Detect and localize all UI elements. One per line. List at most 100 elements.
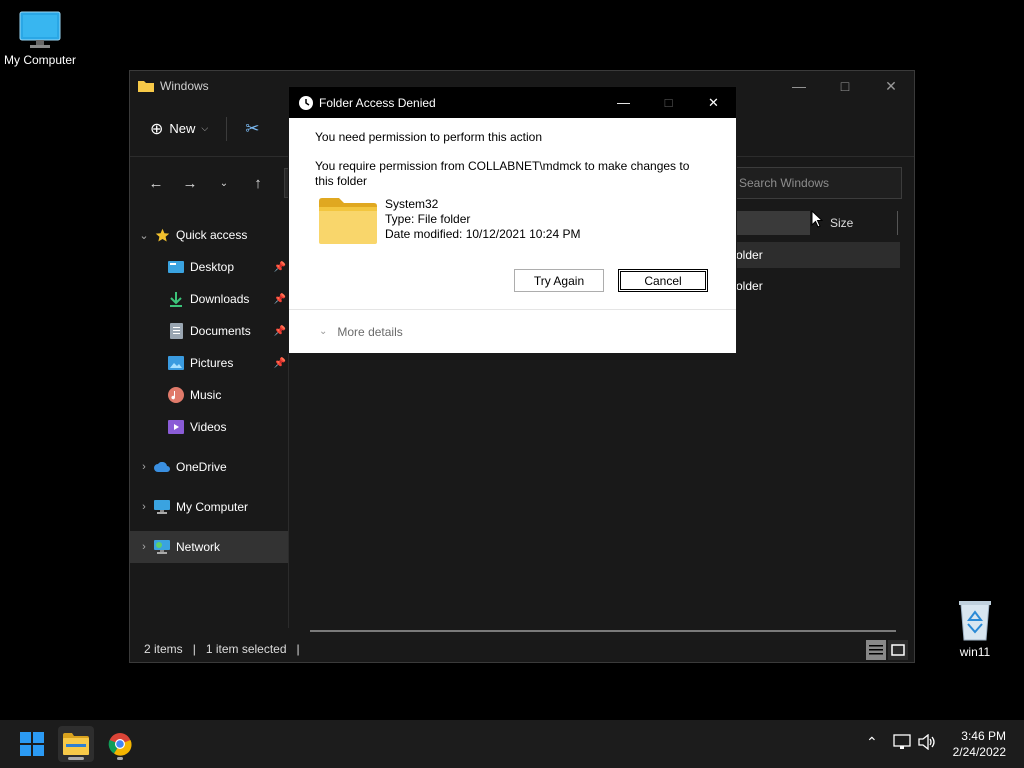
pin-icon[interactable]: 📌 [274, 262, 286, 273]
monitor-icon [154, 499, 170, 515]
up-button[interactable]: ↑ [244, 169, 272, 197]
show-hidden-icons-button[interactable]: ⌃ [866, 734, 878, 751]
column-header-type[interactable] [736, 211, 810, 235]
file-info: System32 Type: File folder Date modified… [319, 197, 710, 244]
file-type-cell: older [736, 248, 763, 262]
folder-icon [138, 81, 154, 92]
navigation-pane: ⌄ Quick access Desktop 📌 Downloads 📌 Doc… [130, 219, 288, 563]
chevron-down-icon: ⌵ [201, 123, 209, 133]
sidebar-item-label: Pictures [190, 356, 234, 370]
start-button[interactable] [14, 726, 50, 762]
sidebar-item-music[interactable]: Music [130, 379, 288, 411]
pin-icon[interactable]: 📌 [274, 358, 286, 369]
sidebar-item-network[interactable]: › Network [130, 531, 288, 563]
plus-circle-icon: ⊕ [150, 120, 164, 138]
sidebar-item-label: Downloads [190, 292, 250, 306]
dialog-title: Folder Access Denied [319, 95, 436, 110]
large-icons-view-icon [891, 644, 905, 656]
maximize-button: □ [664, 95, 673, 110]
horizontal-scrollbar[interactable] [310, 630, 896, 632]
more-details-toggle[interactable]: ⌄ More details [289, 309, 736, 353]
dialog-heading: You need permission to perform this acti… [315, 130, 543, 144]
chevron-up-icon: ⌃ [866, 734, 878, 750]
forward-button[interactable]: → [176, 169, 204, 197]
selection-count: 1 item selected [205, 642, 287, 656]
recent-locations-button[interactable]: ⌄ [210, 169, 238, 197]
network-tray-button[interactable] [893, 734, 911, 750]
large-icons-view-button[interactable] [888, 640, 908, 660]
chevron-down-icon[interactable]: ⌄ [134, 229, 154, 242]
cancel-button[interactable]: Cancel [618, 269, 708, 292]
sidebar-item-quick-access[interactable]: ⌄ Quick access [130, 219, 288, 251]
file-row[interactable]: older [736, 242, 900, 268]
sidebar-item-label: Documents [190, 324, 251, 338]
desktop-icon-recycle-bin[interactable]: win11 [935, 598, 1015, 659]
sidebar-item-pictures[interactable]: Pictures 📌 [130, 347, 288, 379]
pin-icon[interactable]: 📌 [274, 326, 286, 337]
system-clock[interactable]: 3:46 PM 2/24/2022 [953, 728, 1006, 760]
column-header-size[interactable]: Size [830, 216, 853, 230]
pictures-icon [168, 355, 184, 371]
maximize-button[interactable]: □ [822, 71, 868, 101]
sidebar-item-desktop[interactable]: Desktop 📌 [130, 251, 288, 283]
chevron-right-icon[interactable]: › [134, 541, 154, 553]
more-details-label: More details [337, 324, 403, 339]
videos-icon [168, 419, 184, 435]
chevron-right-icon[interactable]: › [134, 461, 154, 473]
recycle-bin-icon [959, 601, 991, 641]
star-icon [154, 227, 170, 243]
sidebar-item-label: My Computer [176, 500, 249, 514]
taskbar: ⌃ 3:46 PM 2/24/2022 [0, 720, 1024, 768]
monitor-icon [19, 11, 61, 48]
search-input[interactable]: Search Windows [728, 167, 902, 199]
minimize-button[interactable]: — [601, 87, 646, 118]
sidebar-item-label: OneDrive [176, 460, 227, 474]
sidebar-item-label: Quick access [176, 228, 248, 242]
dialog-titlebar[interactable]: Folder Access Denied — □ ✕ [289, 87, 736, 118]
mouse-cursor-icon [811, 210, 823, 228]
cut-button[interactable]: ✂ [245, 119, 259, 139]
pin-icon[interactable]: 📌 [274, 294, 286, 305]
clock-date: 2/24/2022 [952, 745, 1006, 759]
close-button[interactable]: ✕ [868, 71, 914, 101]
sidebar-item-onedrive[interactable]: › OneDrive [130, 451, 288, 483]
back-button[interactable]: ← [142, 169, 170, 197]
desktop-icon [168, 259, 184, 275]
sidebar-item-videos[interactable]: Videos [130, 411, 288, 443]
music-icon [168, 387, 184, 403]
folder-icon [63, 733, 89, 755]
download-icon [168, 291, 184, 307]
sidebar-item-label: Network [176, 540, 221, 554]
dialog-body: You need permission to perform this acti… [289, 118, 736, 244]
sidebar-item-documents[interactable]: Documents 📌 [130, 315, 288, 347]
details-view-button[interactable] [866, 640, 886, 660]
column-divider[interactable] [897, 211, 899, 235]
clock-icon [299, 95, 313, 110]
file-name: System32 [385, 197, 439, 211]
volume-tray-button[interactable] [918, 734, 936, 750]
chrome-icon [108, 733, 132, 756]
minimize-button[interactable]: — [776, 71, 822, 101]
close-button[interactable]: ✕ [691, 87, 736, 118]
sidebar-item-my-computer[interactable]: › My Computer [130, 491, 288, 523]
item-count: 2 items [144, 642, 183, 656]
try-again-button[interactable]: Try Again [514, 269, 604, 292]
details-view-icon [869, 645, 883, 655]
sidebar-item-downloads[interactable]: Downloads 📌 [130, 283, 288, 315]
file-type-cell: older [736, 279, 763, 293]
folder-access-denied-dialog: Folder Access Denied — □ ✕ You need perm… [288, 86, 737, 354]
chevron-right-icon[interactable]: › [134, 501, 154, 513]
taskbar-file-explorer[interactable] [58, 726, 94, 762]
dialog-buttons: Try Again Cancel [514, 269, 708, 292]
sidebar-item-label: Videos [190, 420, 227, 434]
desktop-icon-label: win11 [959, 645, 991, 659]
running-indicator [117, 757, 123, 760]
dialog-message: You require permission from COLLABNET\md… [315, 159, 690, 188]
search-placeholder: Search Windows [739, 176, 830, 190]
desktop-icon-my-computer[interactable]: My Computer [0, 10, 80, 67]
taskbar-chrome[interactable] [102, 726, 138, 762]
file-row[interactable]: older [736, 273, 900, 299]
folder-icon [319, 198, 377, 244]
new-button[interactable]: ⊕ New ⌵ [150, 119, 208, 139]
windows-logo-icon [20, 732, 44, 756]
